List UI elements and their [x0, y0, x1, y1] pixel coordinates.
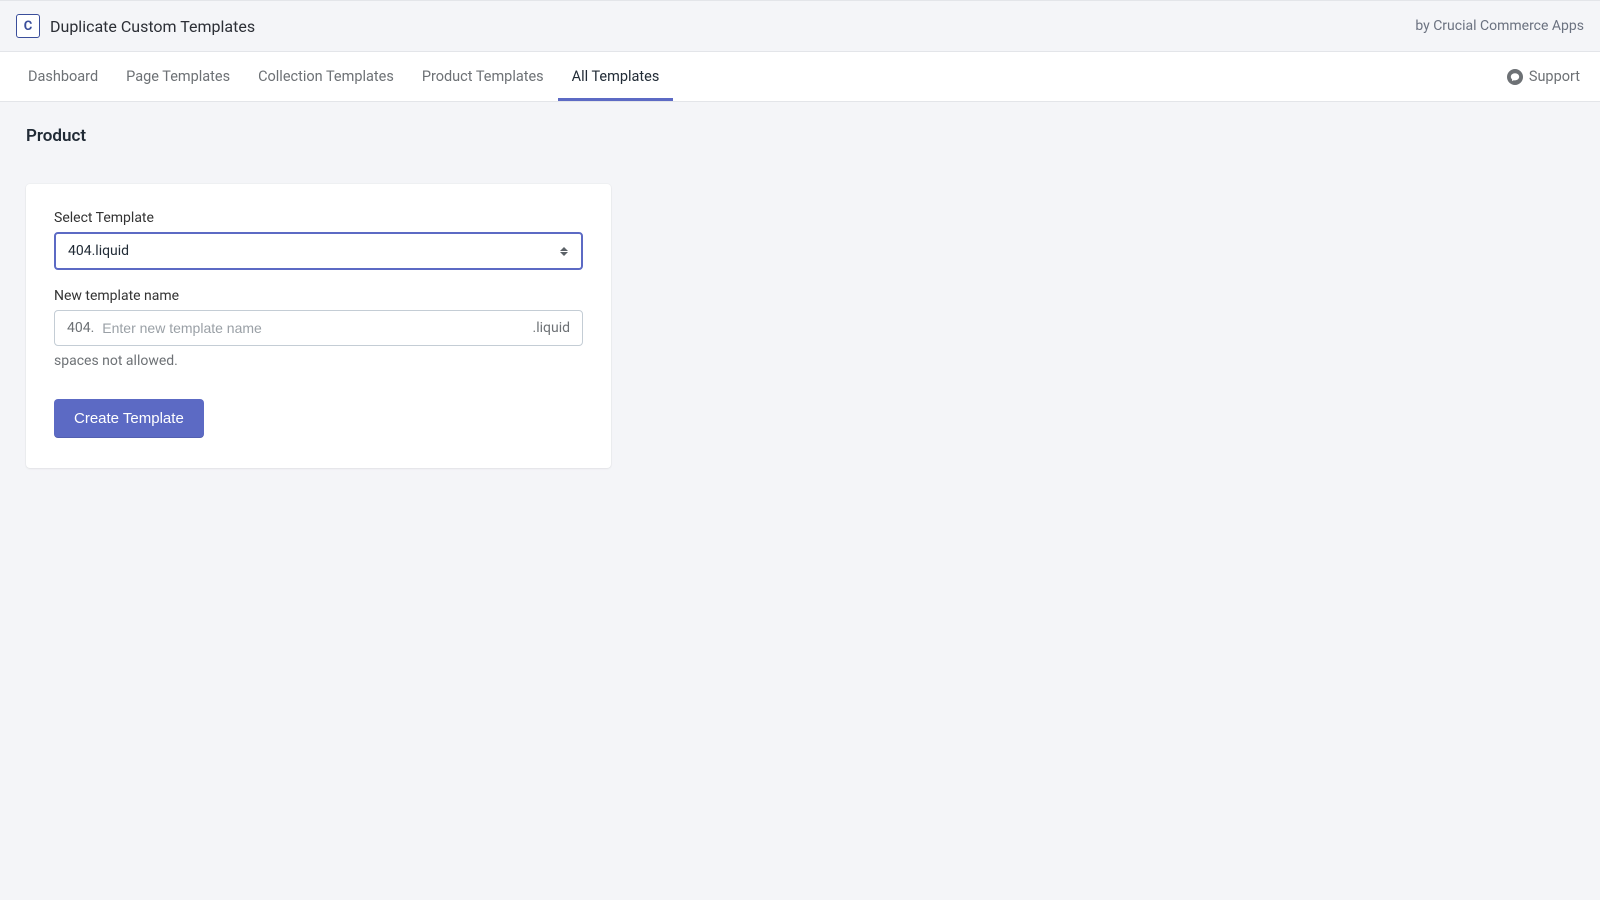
tab-page-templates[interactable]: Page Templates	[112, 55, 244, 101]
new-template-name-input[interactable]	[102, 320, 524, 336]
content: Product Select Template 404.liquid New t…	[0, 102, 1600, 492]
new-template-name-input-wrap: 404. .liquid	[54, 310, 583, 346]
select-template-field: Select Template 404.liquid	[54, 210, 583, 270]
tab-product-templates[interactable]: Product Templates	[408, 55, 558, 101]
select-template-value: 404.liquid	[68, 243, 559, 259]
chat-icon	[1507, 69, 1523, 85]
create-template-button[interactable]: Create Template	[54, 399, 204, 438]
template-name-suffix: .liquid	[533, 320, 570, 336]
new-template-name-field: New template name 404. .liquid spaces no…	[54, 288, 583, 369]
new-template-name-label: New template name	[54, 288, 583, 304]
by-line: by Crucial Commerce Apps	[1415, 18, 1584, 34]
page-title: Product	[26, 126, 1574, 146]
select-template-dropdown[interactable]: 404.liquid	[54, 232, 583, 270]
tab-dashboard[interactable]: Dashboard	[14, 55, 112, 101]
tab-collection-templates[interactable]: Collection Templates	[244, 55, 408, 101]
create-template-card: Select Template 404.liquid New template …	[26, 184, 611, 468]
support-link[interactable]: Support	[1501, 52, 1586, 101]
template-name-prefix: 404.	[67, 320, 94, 336]
app-logo-icon: C	[16, 14, 40, 38]
select-caret-icon	[559, 247, 569, 256]
app-title: Duplicate Custom Templates	[50, 17, 255, 36]
tab-all-templates[interactable]: All Templates	[558, 55, 674, 101]
tabs: Dashboard Page Templates Collection Temp…	[14, 52, 673, 101]
select-template-label: Select Template	[54, 210, 583, 226]
support-label: Support	[1529, 68, 1580, 85]
topbar-left: C Duplicate Custom Templates	[16, 14, 255, 38]
tabs-bar: Dashboard Page Templates Collection Temp…	[0, 52, 1600, 102]
topbar: C Duplicate Custom Templates by Crucial …	[0, 0, 1600, 52]
help-text: spaces not allowed.	[54, 353, 583, 369]
